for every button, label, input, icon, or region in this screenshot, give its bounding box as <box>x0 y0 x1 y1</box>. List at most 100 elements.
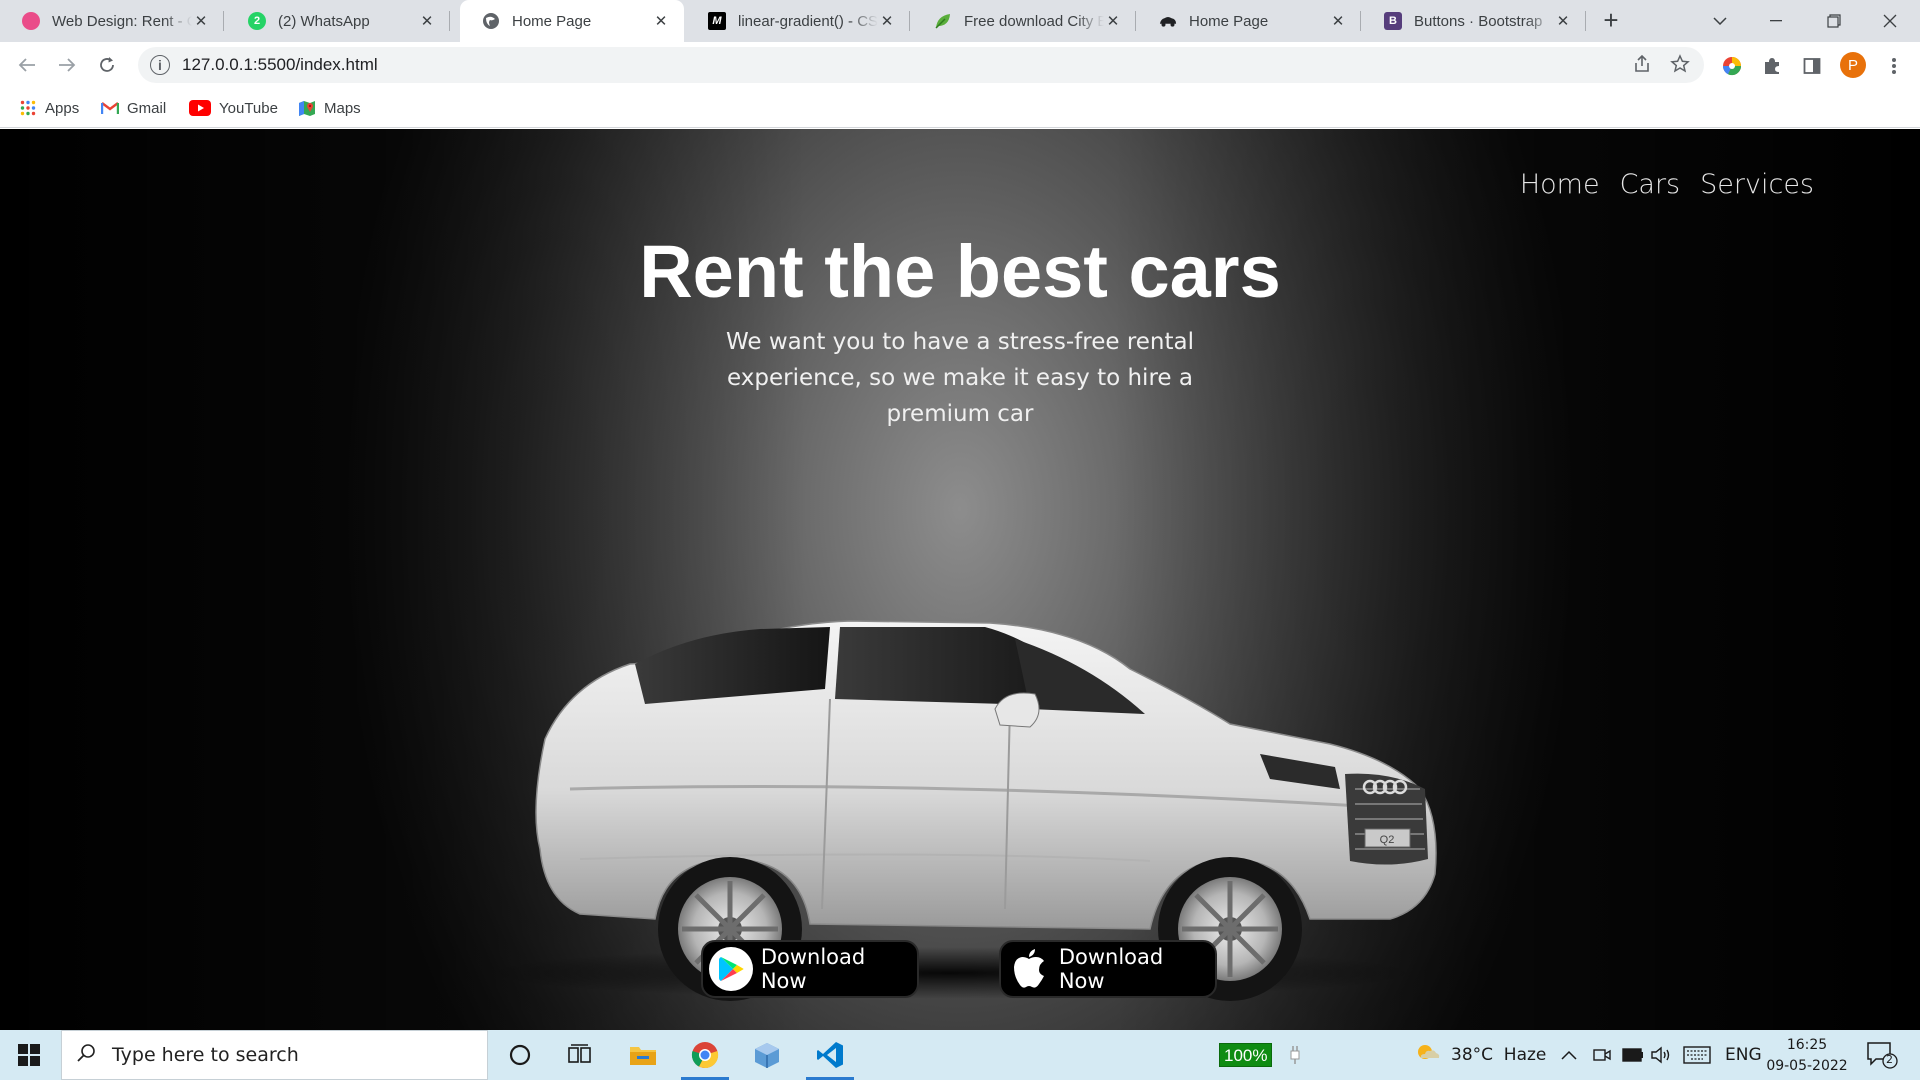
close-icon[interactable]: ✕ <box>192 12 210 30</box>
task-view-icon[interactable] <box>554 1030 606 1080</box>
tab-bootstrap[interactable]: B Buttons · Bootstrap ✕ <box>1362 0 1586 42</box>
close-icon[interactable]: ✕ <box>1104 12 1122 30</box>
cortana-icon[interactable] <box>494 1030 546 1080</box>
share-icon[interactable] <box>1632 54 1652 79</box>
file-explorer-icon[interactable] <box>617 1030 669 1080</box>
close-icon[interactable]: ✕ <box>1554 12 1572 30</box>
forward-button[interactable] <box>54 52 80 78</box>
tab-linear-gradient[interactable]: M linear-gradient() - CSS ✕ <box>686 0 910 42</box>
apple-icon <box>1007 947 1051 991</box>
clock-time: 16:25 <box>1786 1037 1828 1053</box>
minimize-button[interactable] <box>1748 0 1804 42</box>
battery-percentage: 100% <box>1219 1043 1273 1067</box>
toolbar: i 127.0.0.1:5500/index.html P <box>0 42 1920 88</box>
car-icon <box>1159 12 1177 30</box>
site-info-icon[interactable]: i <box>150 55 170 75</box>
battery-icon[interactable] <box>1622 1030 1644 1080</box>
bookmark-gmail[interactable]: Gmail <box>101 97 166 119</box>
clock[interactable]: 16:25 09-05-2022 <box>1762 1035 1852 1077</box>
google-play-download-button[interactable]: Download Now <box>701 940 919 998</box>
address-bar[interactable]: i 127.0.0.1:5500/index.html <box>138 47 1704 83</box>
3d-box-app-icon[interactable] <box>741 1030 793 1080</box>
back-button[interactable] <box>14 52 40 78</box>
site-nav: Home Cars Services <box>1520 169 1814 200</box>
button-label: Download Now <box>760 945 866 993</box>
extensions-puzzle-icon[interactable] <box>1762 56 1782 76</box>
google-play-icon <box>709 947 753 991</box>
menu-kebab-icon[interactable] <box>1884 56 1904 76</box>
bookmark-label: Maps <box>324 99 361 117</box>
car-image: Q2 <box>430 489 1510 1029</box>
show-hidden-icons-chevron-icon[interactable] <box>1561 1030 1577 1080</box>
license-plate: Q2 <box>1380 834 1395 846</box>
windows-taskbar: Type here to search 100% 38°C Haze ENG 1… <box>0 1030 1920 1080</box>
tab-title: Free download City Bike <box>964 12 1104 30</box>
bookmark-label: Apps <box>45 99 80 117</box>
search-icon <box>76 1043 96 1068</box>
app-store-download-button[interactable]: Download Now <box>999 940 1217 998</box>
tab-city-bike[interactable]: Free download City Bike ✕ <box>912 0 1136 42</box>
clock-date: 09-05-2022 <box>1766 1058 1848 1074</box>
close-icon[interactable]: ✕ <box>418 12 436 30</box>
button-label: Download Now <box>1058 945 1164 993</box>
chrome-taskbar-icon[interactable] <box>679 1030 731 1080</box>
url-text[interactable]: 127.0.0.1:5500/index.html <box>182 55 378 75</box>
tab-title: (2) WhatsApp <box>278 12 370 30</box>
bookmark-maps[interactable]: Maps <box>298 97 361 119</box>
taskbar-search[interactable]: Type here to search <box>61 1030 488 1080</box>
mdn-icon: M <box>708 12 726 30</box>
hero-subtitle: We want you to have a stress-free rental… <box>726 329 1194 427</box>
nav-link-home[interactable]: Home <box>1520 169 1600 200</box>
reload-button[interactable] <box>94 52 120 78</box>
tab-web-design[interactable]: Web Design: Rent - Car ✕ <box>0 0 224 42</box>
touch-keyboard-icon[interactable] <box>1683 1030 1711 1080</box>
tab-title: Home Page <box>512 12 592 30</box>
globe-icon <box>482 12 500 30</box>
gmail-icon <box>101 99 119 117</box>
bookmarks-bar: Apps Gmail YouTube Maps <box>0 88 1920 128</box>
dribbble-icon <box>22 12 40 30</box>
close-icon[interactable]: ✕ <box>878 12 896 30</box>
apps-grid-icon <box>19 99 37 117</box>
tab-whatsapp[interactable]: 2 (2) WhatsApp ✕ <box>226 0 450 42</box>
restore-button[interactable] <box>1806 0 1862 42</box>
maps-icon <box>298 99 316 117</box>
vscode-icon[interactable] <box>804 1030 856 1080</box>
tab-home-page[interactable]: Home Page ✕ <box>1137 0 1361 42</box>
bookmark-star-icon[interactable] <box>1670 54 1690 79</box>
tab-home-page-active[interactable]: Home Page ✕ <box>460 0 684 42</box>
bootstrap-icon: B <box>1384 12 1402 30</box>
close-icon[interactable]: ✕ <box>1329 12 1347 30</box>
volume-icon[interactable] <box>1651 1030 1673 1080</box>
color-extension-icon[interactable] <box>1722 56 1742 76</box>
bookmark-apps[interactable]: Apps <box>19 97 79 119</box>
notification-center-icon[interactable]: 2 <box>1866 1040 1898 1070</box>
input-language[interactable]: ENG <box>1725 1030 1762 1080</box>
new-tab-button[interactable]: + <box>1598 7 1624 34</box>
tab-title: Home Page <box>1189 12 1269 30</box>
close-icon[interactable]: ✕ <box>652 12 670 30</box>
youtube-icon <box>189 99 211 117</box>
weather-sun-icon <box>1415 1042 1441 1069</box>
tab-title: Web Design: Rent - Car <box>52 12 192 30</box>
tab-search-chevron-icon[interactable] <box>1692 0 1748 42</box>
nav-link-services[interactable]: Services <box>1700 169 1814 200</box>
leaf-icon <box>934 12 952 30</box>
notification-count: 2 <box>1886 1053 1893 1066</box>
bookmark-youtube[interactable]: YouTube <box>189 97 278 119</box>
tab-strip: Web Design: Rent - Car ✕ 2 (2) WhatsApp … <box>0 0 1920 42</box>
bookmark-label: YouTube <box>219 99 278 117</box>
profile-avatar[interactable]: P <box>1840 52 1866 78</box>
weather-text: 38°C Haze <box>1451 1045 1547 1065</box>
whatsapp-icon: 2 <box>248 12 266 30</box>
bookmark-label: Gmail <box>127 99 167 117</box>
meet-now-icon[interactable] <box>1593 1030 1611 1080</box>
side-panel-icon[interactable] <box>1802 56 1822 76</box>
close-window-button[interactable] <box>1862 0 1918 42</box>
windows-logo-icon <box>18 1044 40 1066</box>
weather-widget[interactable]: 38°C Haze <box>1415 1030 1546 1080</box>
nav-link-cars[interactable]: Cars <box>1620 169 1681 200</box>
tab-title: linear-gradient() - CSS <box>738 12 878 30</box>
hero-title: Rent the best cars <box>639 230 1281 313</box>
start-button[interactable] <box>0 1030 58 1080</box>
